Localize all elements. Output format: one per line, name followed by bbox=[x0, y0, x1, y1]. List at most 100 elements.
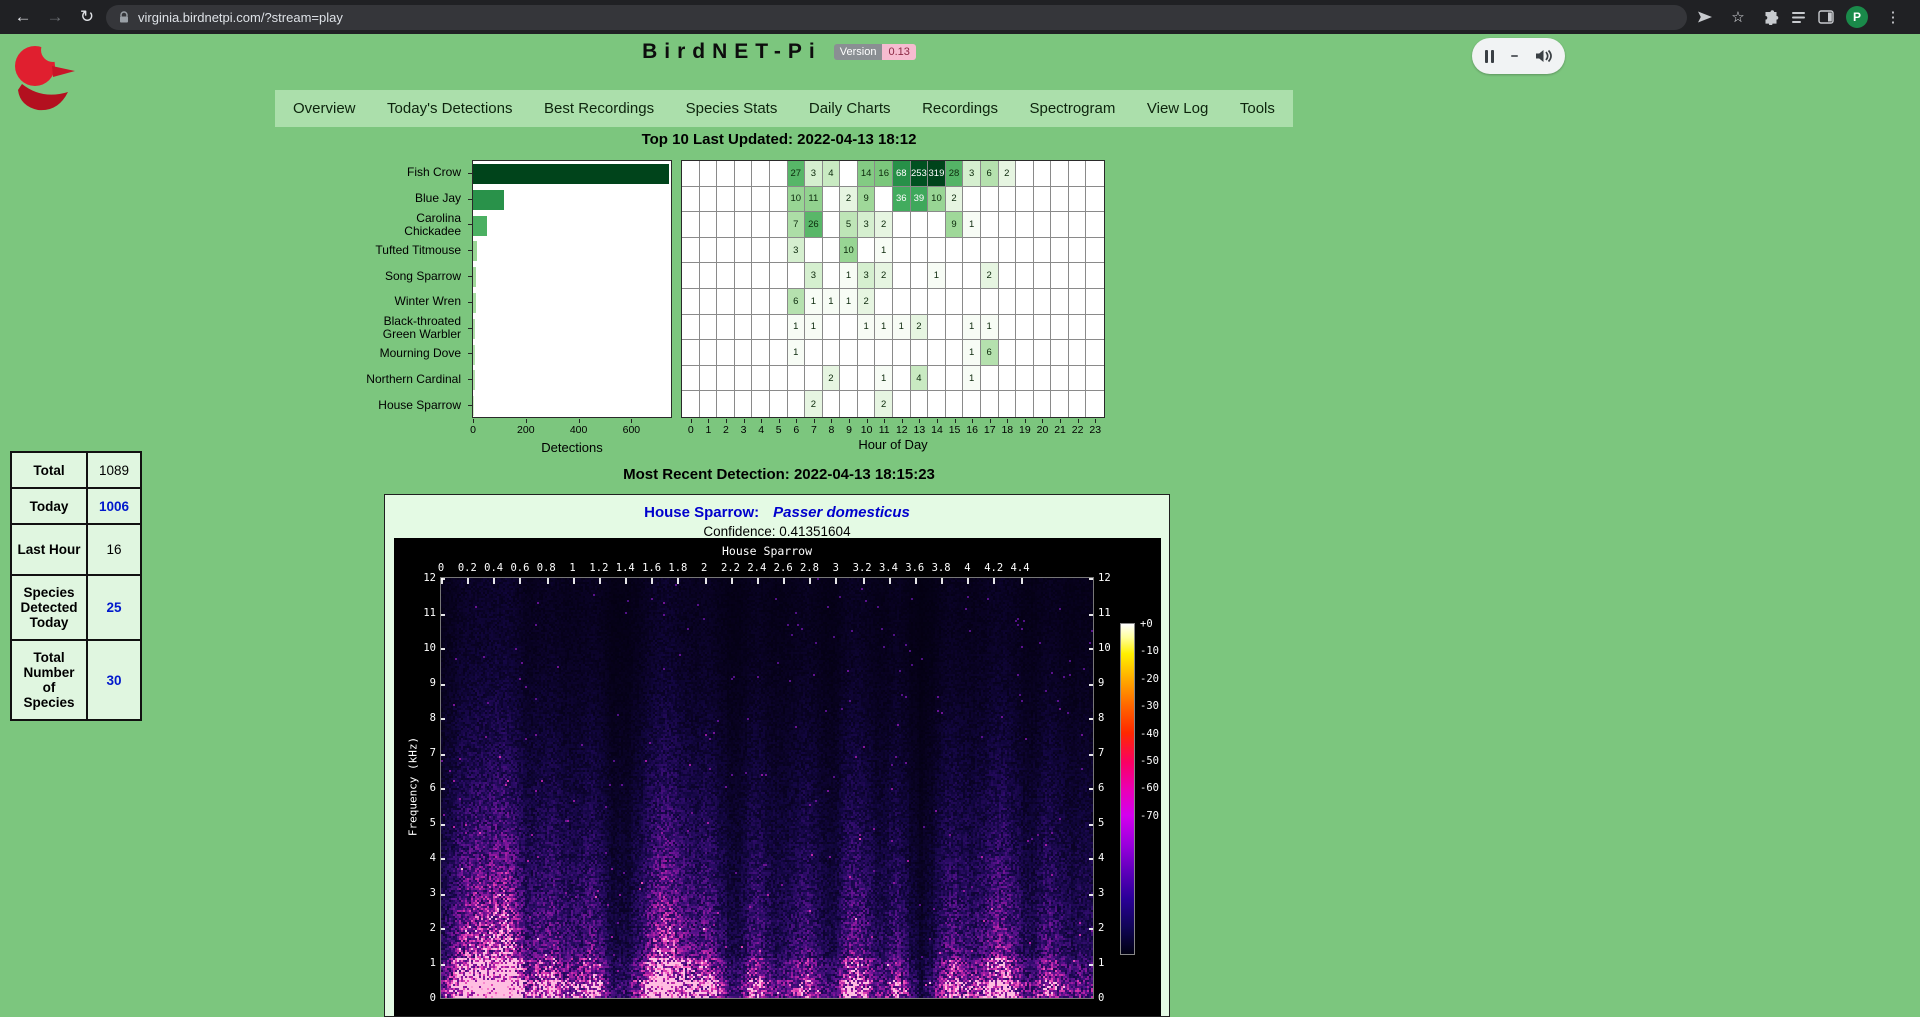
reload-button[interactable]: ↻ bbox=[74, 4, 100, 30]
back-button[interactable]: ← bbox=[10, 4, 36, 30]
heatmap-cell: 39 bbox=[911, 187, 929, 213]
heatmap-cell bbox=[752, 289, 770, 315]
spectrogram-freq-tick: 7 bbox=[410, 747, 436, 759]
x-tick-mark bbox=[1007, 419, 1008, 423]
heatmap-cell bbox=[1086, 263, 1104, 289]
reading-list-icon[interactable] bbox=[1791, 11, 1806, 24]
spectrogram-time-tick: 0.8 bbox=[537, 562, 556, 574]
heatmap-cell bbox=[928, 391, 946, 417]
heatmap-cell bbox=[875, 187, 893, 213]
heatmap-xaxis-label: Hour of Day bbox=[858, 437, 927, 452]
extensions-puzzle-icon[interactable] bbox=[1763, 9, 1779, 25]
heatmap-cell bbox=[1034, 263, 1052, 289]
spectrogram-time-tick: 2.4 bbox=[747, 562, 766, 574]
heatmap-cell bbox=[999, 263, 1017, 289]
heatmap-cell bbox=[735, 263, 753, 289]
heatmap-cell: 2 bbox=[981, 263, 999, 289]
nav-item-recordings[interactable]: Recordings bbox=[922, 100, 998, 117]
address-bar[interactable]: virginia.birdnetpi.com/?stream=play bbox=[106, 5, 1687, 30]
heatmap-cell bbox=[946, 289, 964, 315]
version-label: Version bbox=[834, 44, 883, 60]
spectrogram-time-tick: 1 bbox=[569, 562, 575, 574]
stat-value[interactable]: 30 bbox=[87, 640, 141, 720]
browser-menu-icon[interactable]: ⋮ bbox=[1880, 4, 1906, 30]
heatmap-cell bbox=[981, 238, 999, 264]
heatmap-cell bbox=[1069, 238, 1087, 264]
heatmap-cell: 1 bbox=[875, 315, 893, 341]
heatmap-cell bbox=[893, 212, 911, 238]
heatmap-cell bbox=[840, 340, 858, 366]
x-tick-label: 600 bbox=[623, 424, 641, 436]
heatmap-cell bbox=[963, 187, 981, 213]
x-tick-label: 13 bbox=[914, 424, 926, 436]
heatmap-cell: 28 bbox=[946, 161, 964, 187]
nav-item-daily-charts[interactable]: Daily Charts bbox=[809, 100, 891, 117]
heatmap-cell bbox=[1086, 340, 1104, 366]
heatmap-cell bbox=[1016, 315, 1034, 341]
bookmark-star-icon[interactable]: ☆ bbox=[1725, 4, 1751, 30]
volume-button[interactable] bbox=[1535, 49, 1552, 63]
stat-value[interactable]: 1006 bbox=[87, 488, 141, 524]
heatmap-cell bbox=[770, 161, 788, 187]
heatmap-cell bbox=[717, 263, 735, 289]
confidence-label: Confidence: bbox=[703, 524, 775, 539]
nav-item-overview[interactable]: Overview bbox=[293, 100, 356, 117]
heatmap-cell: 6 bbox=[788, 289, 806, 315]
heatmap-cell bbox=[770, 238, 788, 264]
detection-title: House Sparrow:Passer domesticus bbox=[385, 504, 1169, 521]
send-icon[interactable] bbox=[1697, 9, 1713, 25]
heatmap-cell bbox=[805, 366, 823, 392]
site-info-lock-icon[interactable] bbox=[119, 11, 129, 24]
detections-bar bbox=[473, 190, 504, 210]
nav-item-view-log[interactable]: View Log bbox=[1147, 100, 1208, 117]
heatmap-cell bbox=[1051, 212, 1069, 238]
heatmap-cell bbox=[1051, 161, 1069, 187]
heatmap-cell bbox=[788, 263, 806, 289]
heatmap-cell bbox=[770, 187, 788, 213]
heatmap-cell bbox=[1051, 187, 1069, 213]
heatmap-cell bbox=[858, 391, 876, 417]
bar-xaxis-label: Detections bbox=[541, 440, 602, 455]
heatmap-cell: 1 bbox=[875, 366, 893, 392]
stat-value[interactable]: 25 bbox=[87, 575, 141, 640]
heatmap-cell bbox=[1086, 212, 1104, 238]
stats-table: Total1089 Today1006 Last Hour16 Species … bbox=[10, 451, 142, 721]
heatmap-cell bbox=[805, 340, 823, 366]
browser-actions: ☆ P ⋮ bbox=[1693, 4, 1910, 30]
heatmap-cell bbox=[805, 238, 823, 264]
x-tick-mark bbox=[708, 419, 709, 423]
heatmap-cell: 2 bbox=[823, 366, 841, 392]
heatmap-cell bbox=[1069, 289, 1087, 315]
heatmap-cell bbox=[999, 391, 1017, 417]
detection-scientific-name-link[interactable]: Passer domesticus bbox=[773, 504, 910, 521]
heatmap-cell: 1 bbox=[805, 289, 823, 315]
heatmap-cell bbox=[893, 391, 911, 417]
spectrogram-time-tick: 1.4 bbox=[616, 562, 635, 574]
profile-avatar[interactable]: P bbox=[1846, 6, 1868, 28]
heatmap-cell: 16 bbox=[875, 161, 893, 187]
chart-species-label: Mourning Dove bbox=[330, 341, 467, 367]
x-tick-mark bbox=[1042, 419, 1043, 423]
chart-species-axis: Fish CrowBlue JayCarolina ChickadeeTufte… bbox=[330, 160, 467, 418]
spectrogram-freq-tick: 10 bbox=[410, 642, 436, 654]
x-tick-label: 0 bbox=[688, 424, 694, 436]
forward-button[interactable]: → bbox=[42, 4, 68, 30]
spectrogram-time-tick: 1.6 bbox=[642, 562, 661, 574]
heatmap-cell bbox=[928, 212, 946, 238]
x-tick-mark bbox=[691, 419, 692, 423]
heatmap-cell bbox=[717, 212, 735, 238]
x-tick-label: 14 bbox=[931, 424, 943, 436]
nav-item-spectrogram[interactable]: Spectrogram bbox=[1029, 100, 1115, 117]
heatmap-cell: 10 bbox=[928, 187, 946, 213]
nav-item-todays-detections[interactable]: Today's Detections bbox=[387, 100, 512, 117]
nav-item-species-stats[interactable]: Species Stats bbox=[686, 100, 778, 117]
audio-player bbox=[1472, 38, 1565, 74]
seek-bar[interactable] bbox=[1511, 55, 1518, 57]
heatmap-cell bbox=[858, 340, 876, 366]
nav-item-tools[interactable]: Tools bbox=[1240, 100, 1275, 117]
nav-item-best-recordings[interactable]: Best Recordings bbox=[544, 100, 654, 117]
recent-detection-heading: Most Recent Detection: 2022-04-13 18:15:… bbox=[0, 466, 1558, 483]
side-panel-icon[interactable] bbox=[1818, 10, 1834, 24]
heatmap-cell bbox=[682, 391, 700, 417]
pause-button[interactable] bbox=[1485, 50, 1494, 63]
